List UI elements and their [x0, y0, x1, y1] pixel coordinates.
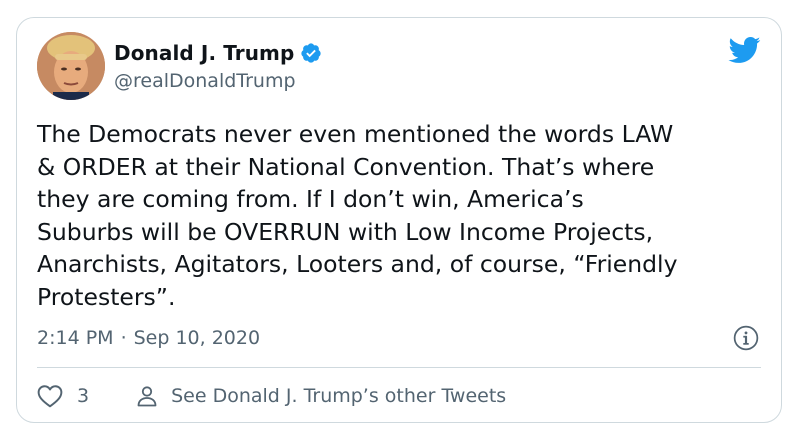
- person-icon: [137, 386, 157, 407]
- see-other-tweets-label: See Donald J. Trump’s other Tweets: [171, 385, 507, 407]
- like-count: 3: [77, 385, 90, 407]
- action-row: 3 See Donald J. Trump’s other Tweets: [37, 380, 506, 412]
- timestamp-separator: ·: [120, 327, 127, 349]
- avatar-photo-icon: [37, 32, 105, 100]
- tweet-text: The Democrats never even mentioned the w…: [37, 120, 678, 311]
- tweet-date[interactable]: Sep 10, 2020: [134, 327, 260, 349]
- author-name-row[interactable]: Donald J. Trump: [114, 41, 322, 65]
- info-icon[interactable]: [733, 325, 759, 351]
- twitter-bird-icon[interactable]: [727, 36, 761, 64]
- verified-badge-icon: [301, 43, 322, 63]
- like-button[interactable]: 3: [37, 384, 89, 408]
- heart-icon: [37, 385, 63, 408]
- author-handle[interactable]: @realDonaldTrump: [114, 70, 296, 92]
- see-other-tweets-button[interactable]: See Donald J. Trump’s other Tweets: [135, 384, 506, 408]
- author-display-name[interactable]: Donald J. Trump: [114, 41, 294, 65]
- tweet-timestamp[interactable]: 2:14 PM · Sep 10, 2020: [37, 327, 260, 349]
- action-divider: [37, 367, 761, 368]
- tweet-card[interactable]: Donald J. Trump @realDonaldTrump The Dem…: [16, 17, 782, 423]
- author-avatar[interactable]: [37, 32, 105, 100]
- tweet-time[interactable]: 2:14 PM: [37, 327, 114, 349]
